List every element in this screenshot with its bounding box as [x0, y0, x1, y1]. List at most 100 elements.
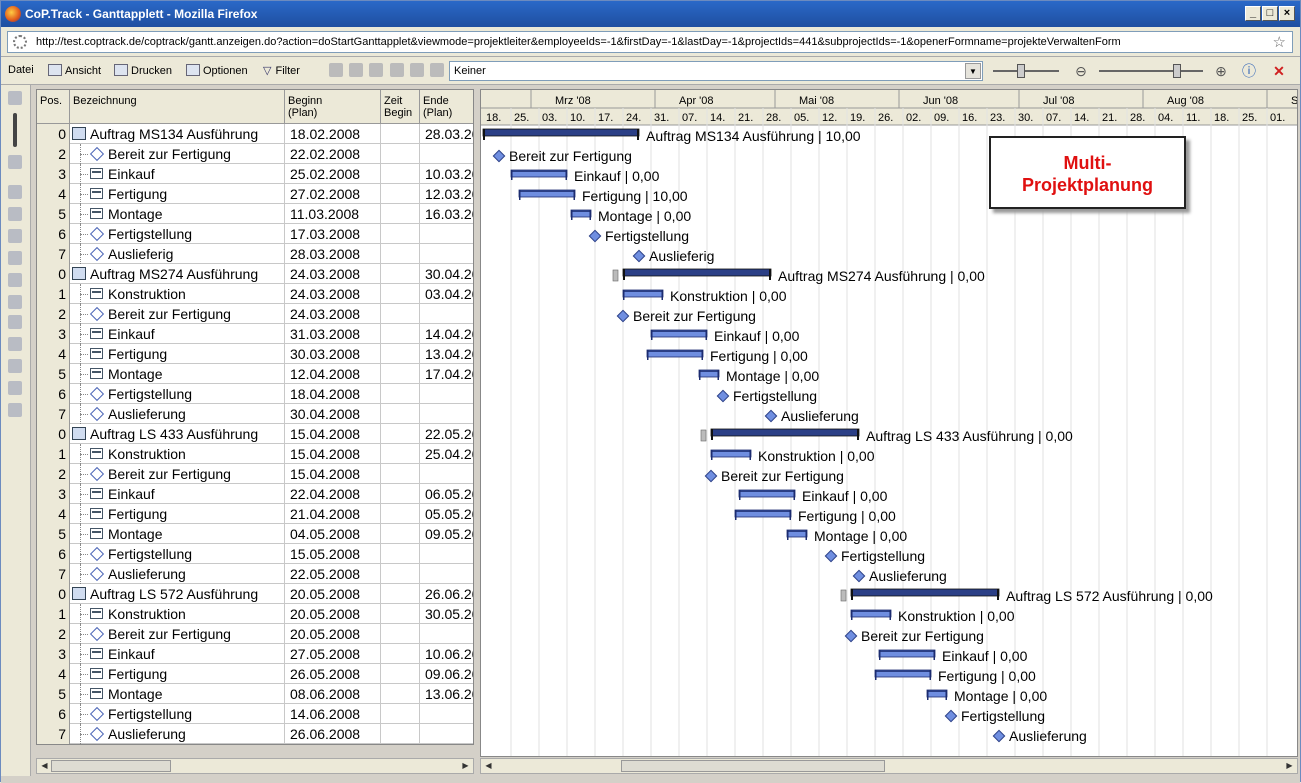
- plus-icon[interactable]: [410, 63, 424, 77]
- table-row[interactable]: 3 Einkauf 31.03.2008 14.04.2008: [37, 324, 473, 344]
- grid-horizontal-scrollbar[interactable]: ◀ ▶: [36, 758, 474, 774]
- table-row[interactable]: 0 Auftrag LS 433 Ausführung 15.04.2008 22.0…: [37, 424, 473, 444]
- table-row[interactable]: 6 Fertigstellung 14.06.2008: [37, 704, 473, 724]
- chevron-down-icon[interactable]: ▼: [965, 63, 981, 79]
- scroll-thumb[interactable]: [621, 760, 885, 772]
- table-row[interactable]: 0 Auftrag LS 572 Ausführung 20.05.2008 26.0…: [37, 584, 473, 604]
- zoom-out-icon[interactable]: ⊖: [1071, 61, 1091, 81]
- no-icon[interactable]: [8, 315, 22, 329]
- move-icon[interactable]: [390, 63, 404, 77]
- table-row[interactable]: 7 Auslieferung 26.06.2008: [37, 724, 473, 744]
- table-row[interactable]: 0 Auftrag MS274 Ausführung 24.03.2008 30.04…: [37, 264, 473, 284]
- copy-icon[interactable]: [8, 403, 22, 417]
- task-icon: [90, 348, 103, 359]
- col-header-beginn[interactable]: Beginn (Plan): [285, 90, 381, 124]
- help-icon[interactable]: ⓘ: [1239, 61, 1259, 81]
- edit-icon[interactable]: [8, 273, 22, 287]
- group-icon[interactable]: [8, 337, 22, 351]
- close-window-button[interactable]: ×: [1279, 6, 1295, 21]
- cell-ende: 22.05.2008: [420, 424, 473, 444]
- zoom-icon[interactable]: [8, 91, 22, 105]
- table-row[interactable]: 7 Auslieferig 28.03.2008: [37, 244, 473, 264]
- folder-icon[interactable]: [369, 63, 383, 77]
- table-row[interactable]: 7 Auslieferung 30.04.2008: [37, 404, 473, 424]
- bookmark-star-icon[interactable]: ☆: [1273, 33, 1286, 51]
- cell-beginn: 31.03.2008: [285, 324, 381, 344]
- menu-filter[interactable]: ▽ Filter: [263, 64, 300, 77]
- cell-ende: 30.05.2008: [420, 604, 473, 624]
- filter-select[interactable]: Keiner ▼: [449, 61, 983, 81]
- table-row[interactable]: 5 Montage 04.05.2008 09.05.2008: [37, 524, 473, 544]
- col-header-zeit[interactable]: Zeit Begin: [381, 90, 420, 124]
- hand-icon[interactable]: [8, 229, 22, 243]
- table-row[interactable]: 6 Fertigstellung 18.04.2008: [37, 384, 473, 404]
- cell-bezeichnung: Auslieferung: [70, 564, 285, 584]
- table-row[interactable]: 2 Bereit zur Fertigung 20.05.2008: [37, 624, 473, 644]
- milestone-icon: [89, 406, 105, 422]
- zoom-in-icon[interactable]: ⊕: [1211, 61, 1231, 81]
- bar-label: Montage | 0,00: [814, 528, 907, 544]
- task-bar-top: [879, 650, 935, 652]
- scroll-left-icon[interactable]: ◀: [38, 760, 51, 772]
- resize-icon[interactable]: [8, 295, 22, 309]
- table-row[interactable]: 6 Fertigstellung 17.03.2008: [37, 224, 473, 244]
- scroll-left-icon[interactable]: ◀: [482, 760, 495, 772]
- menu-drucken[interactable]: Drucken: [114, 64, 172, 77]
- table-row[interactable]: 4 Fertigung 27.02.2008 12.03.2008: [37, 184, 473, 204]
- table-row[interactable]: 7 Auslieferung 22.05.2008: [37, 564, 473, 584]
- gantt-horizontal-scrollbar[interactable]: ◀ ▶: [480, 758, 1298, 774]
- task-bar-right-tick: [573, 190, 575, 200]
- cell-beginn: 22.04.2008: [285, 484, 381, 504]
- table-row[interactable]: 3 Einkauf 22.04.2008 06.05.2008: [37, 484, 473, 504]
- col-header-ende[interactable]: Ende (Plan): [420, 90, 473, 124]
- menu-ansicht[interactable]: Ansicht: [48, 64, 101, 77]
- minimize-button[interactable]: _: [1245, 6, 1261, 21]
- zoom-slider[interactable]: [1099, 64, 1203, 80]
- table-row[interactable]: 4 Fertigung 21.04.2008 05.05.2008: [37, 504, 473, 524]
- zoom-out-small-icon[interactable]: [8, 155, 22, 169]
- tag-icon[interactable]: [349, 63, 363, 77]
- table-row[interactable]: 3 Einkauf 25.02.2008 10.03.2008: [37, 164, 473, 184]
- menu-optionen-label: Optionen: [203, 65, 248, 77]
- task-bar-right-tick: [717, 370, 719, 380]
- cell-zeit-begin: [381, 544, 420, 564]
- menu-optionen[interactable]: Optionen: [186, 64, 248, 77]
- assign-icon[interactable]: [8, 381, 22, 395]
- col-header-pos[interactable]: Pos.: [37, 90, 70, 124]
- col-header-bezeichnung[interactable]: Bezeichnung: [70, 90, 285, 124]
- vertical-slider[interactable]: [13, 113, 17, 147]
- url-field[interactable]: http://test.coptrack.de/coptrack/gantt.a…: [7, 31, 1293, 53]
- cell-bezeichnung: Auslieferig: [70, 244, 285, 264]
- table-row[interactable]: 6 Fertigstellung 15.05.2008: [37, 544, 473, 564]
- table-row[interactable]: 4 Fertigung 30.03.2008 13.04.2008: [37, 344, 473, 364]
- table-row[interactable]: 1 Konstruktion 24.03.2008 03.04.2008: [37, 284, 473, 304]
- table-row[interactable]: 0 Auftrag MS134 Ausführung 18.02.2008 28.03…: [37, 124, 473, 144]
- scroll-right-icon[interactable]: ▶: [459, 760, 472, 772]
- close-icon[interactable]: ✕: [1269, 61, 1289, 81]
- maximize-button[interactable]: □: [1262, 6, 1278, 21]
- table-row[interactable]: 5 Montage 12.04.2008 17.04.2008: [37, 364, 473, 384]
- table-row[interactable]: 2 Bereit zur Fertigung 24.03.2008: [37, 304, 473, 324]
- table-icon[interactable]: [8, 185, 22, 199]
- table-row[interactable]: 3 Einkauf 27.05.2008 10.06.2008: [37, 644, 473, 664]
- table-row[interactable]: 2 Bereit zur Fertigung 22.02.2008: [37, 144, 473, 164]
- minus-icon[interactable]: [430, 63, 444, 77]
- cell-ende: [420, 724, 473, 744]
- link-icon[interactable]: [8, 251, 22, 265]
- table-row[interactable]: 4 Fertigung 26.05.2008 09.06.2008: [37, 664, 473, 684]
- table-row[interactable]: 1 Konstruktion 15.04.2008 25.04.2008: [37, 444, 473, 464]
- table-row[interactable]: 5 Montage 11.03.2008 16.03.2008: [37, 204, 473, 224]
- arrow-icon[interactable]: [8, 207, 22, 221]
- scroll-thumb[interactable]: [51, 760, 171, 772]
- table-row[interactable]: 1 Konstruktion 20.05.2008 30.05.2008: [37, 604, 473, 624]
- col-header-beginn-sub: (Plan): [288, 107, 318, 119]
- people-icon[interactable]: [8, 359, 22, 373]
- scroll-right-icon[interactable]: ▶: [1283, 760, 1296, 772]
- page-icon[interactable]: [329, 63, 343, 77]
- cell-beginn: 11.03.2008: [285, 204, 381, 224]
- table-row[interactable]: 2 Bereit zur Fertigung 15.04.2008: [37, 464, 473, 484]
- row-height-slider[interactable]: [993, 64, 1059, 80]
- cell-pos: 2: [37, 624, 70, 644]
- menu-datei[interactable]: Datei: [8, 64, 34, 76]
- table-row[interactable]: 5 Montage 08.06.2008 13.06.2008: [37, 684, 473, 704]
